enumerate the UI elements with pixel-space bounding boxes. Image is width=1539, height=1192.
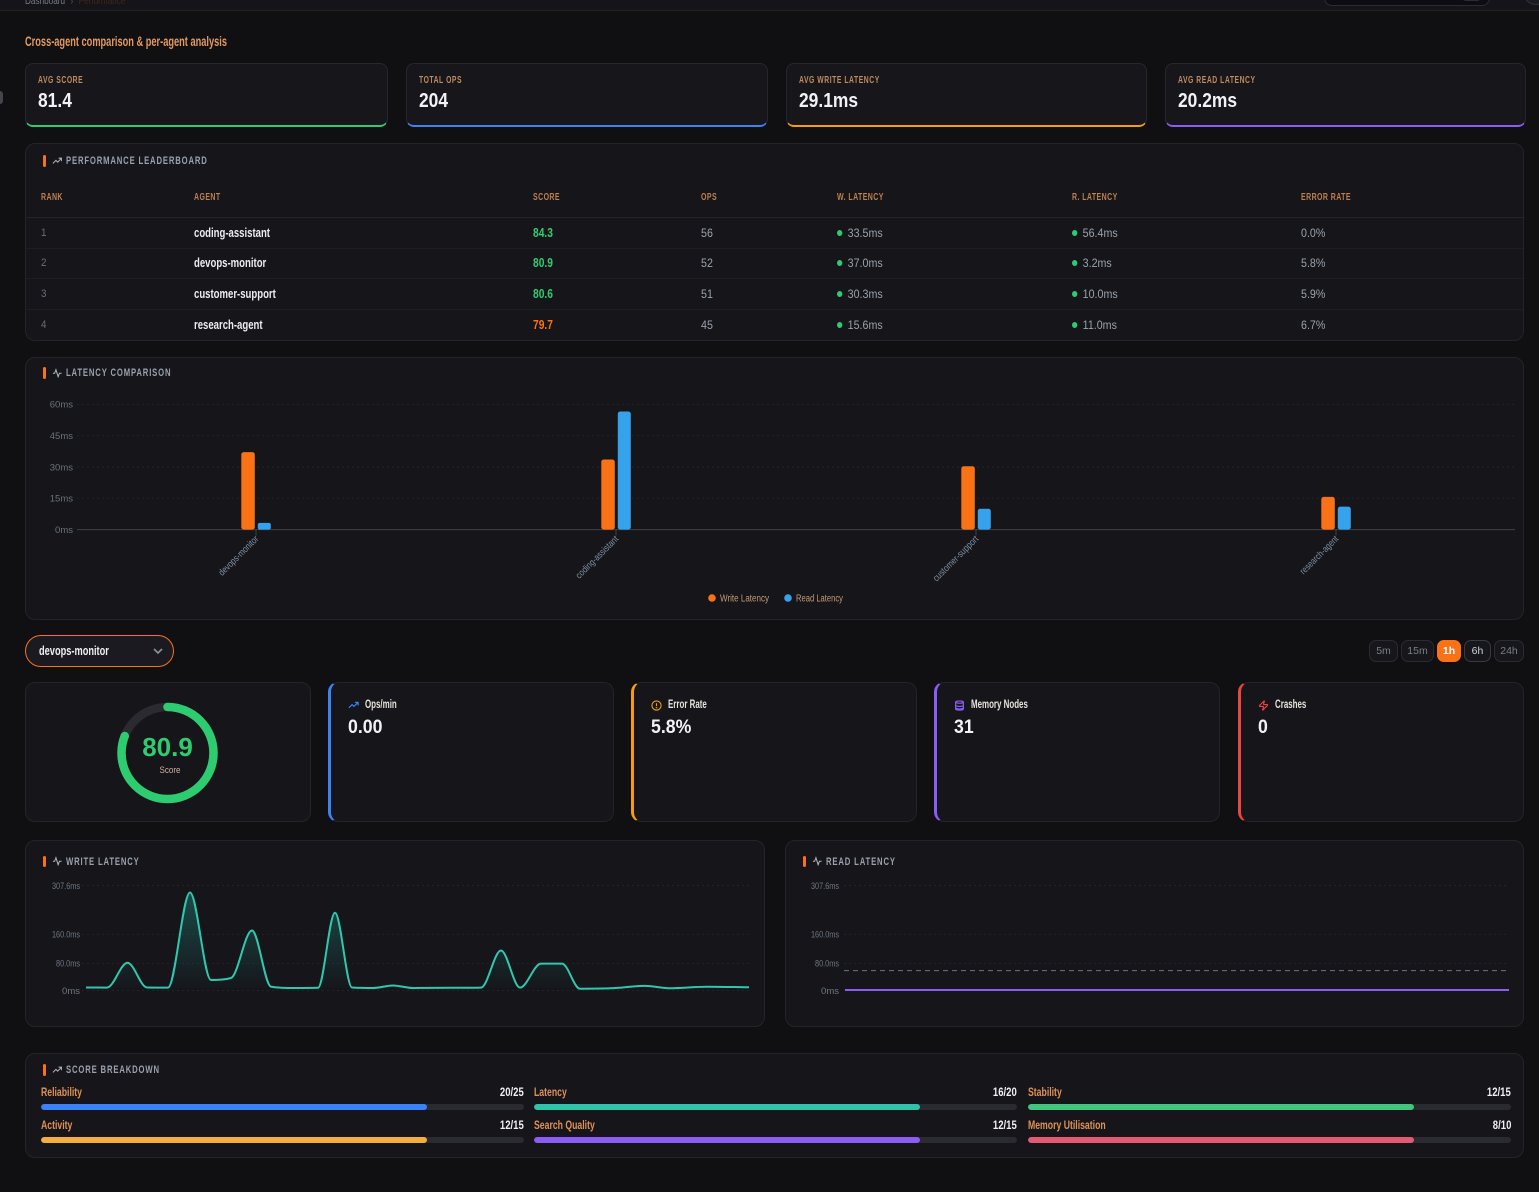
svg-text:0ms: 0ms <box>62 986 80 997</box>
svg-text:devops-monitor: devops-monitor <box>217 534 262 579</box>
svg-text:Score: Score <box>160 765 181 775</box>
svg-text:80.0ms: 80.0ms <box>815 959 839 970</box>
svg-text:307.6ms: 307.6ms <box>811 881 839 892</box>
svg-text:80.9: 80.9 <box>142 732 193 762</box>
svg-text:Write Latency: Write Latency <box>720 594 769 605</box>
svg-text:0ms: 0ms <box>55 525 73 536</box>
svg-text:30ms: 30ms <box>50 462 73 473</box>
svg-text:45ms: 45ms <box>50 431 73 442</box>
svg-text:160.0ms: 160.0ms <box>811 930 839 941</box>
svg-text:Read Latency: Read Latency <box>796 594 843 605</box>
svg-text:15ms: 15ms <box>50 494 73 505</box>
svg-text:80.0ms: 80.0ms <box>56 959 80 970</box>
svg-text:307.6ms: 307.6ms <box>52 881 80 892</box>
svg-text:160.0ms: 160.0ms <box>52 930 80 941</box>
svg-text:0ms: 0ms <box>821 986 839 997</box>
svg-text:research-agent: research-agent <box>1298 534 1341 577</box>
svg-text:coding-assistant: coding-assistant <box>574 534 622 582</box>
svg-text:customer-support: customer-support <box>931 534 981 584</box>
svg-text:60ms: 60ms <box>50 400 73 411</box>
